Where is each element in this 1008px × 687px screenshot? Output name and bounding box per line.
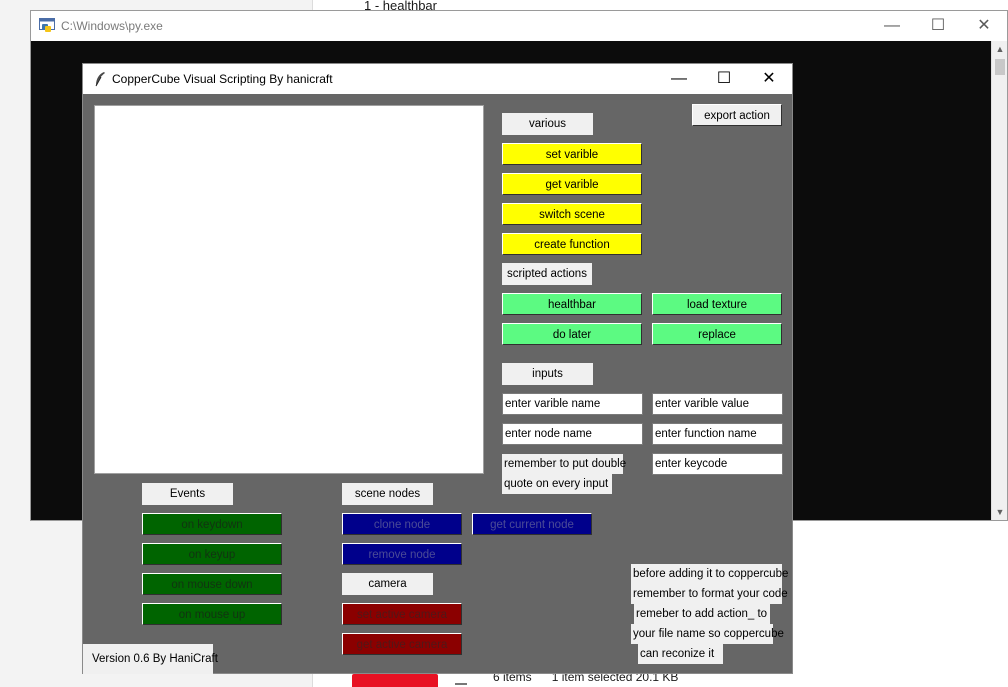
- on-keydown-button[interactable]: on keydown: [142, 513, 282, 535]
- app-titlebar[interactable]: CopperCube Visual Scripting By hanicraft…: [83, 64, 792, 94]
- notice-line-4: your file name so coppercube: [631, 624, 784, 644]
- varible-value-input[interactable]: [652, 393, 783, 415]
- maximize-icon[interactable]: ☐: [701, 64, 747, 94]
- inputs-label: inputs: [502, 363, 593, 385]
- explorer-red-button[interactable]: [352, 674, 438, 687]
- minimize-icon[interactable]: —: [869, 11, 915, 41]
- set-varible-button[interactable]: set varible: [502, 143, 642, 165]
- set-active-camera-button[interactable]: set active camera: [342, 603, 462, 625]
- create-function-button[interactable]: create function: [502, 233, 642, 255]
- varible-name-input[interactable]: [502, 393, 643, 415]
- clone-node-button[interactable]: clone node: [342, 513, 462, 535]
- minimize-icon[interactable]: —: [656, 64, 702, 94]
- quote-note-line-2: quote on every input: [502, 474, 612, 494]
- events-label: Events: [142, 483, 233, 505]
- scroll-up-icon[interactable]: ▲: [992, 41, 1008, 57]
- camera-label: camera: [342, 573, 433, 595]
- get-current-node-button[interactable]: get current node: [472, 513, 592, 535]
- switch-scene-button[interactable]: switch scene: [502, 203, 642, 225]
- scene-nodes-label: scene nodes: [342, 483, 433, 505]
- version-label: Version 0.6 By HaniCraft: [83, 644, 218, 674]
- get-active-camera-button[interactable]: get active camera: [342, 633, 462, 655]
- console-scrollbar[interactable]: ▲ ▼: [991, 41, 1007, 520]
- explorer-divider-mark: [455, 683, 467, 685]
- visual-scripting-window: CopperCube Visual Scripting By hanicraft…: [82, 63, 793, 674]
- healthbar-button[interactable]: healthbar: [502, 293, 642, 315]
- notice-line-2: remember to format your code: [631, 584, 788, 604]
- quote-note-line-1: remember to put double: [502, 454, 626, 474]
- node-name-input[interactable]: [502, 423, 643, 445]
- python-console-icon: [39, 18, 55, 32]
- on-mouse-up-button[interactable]: on mouse up: [142, 603, 282, 625]
- console-titlebar[interactable]: C:\Windows\py.exe — ☐ ✕: [31, 11, 1007, 41]
- close-icon[interactable]: ✕: [961, 11, 1007, 41]
- various-label: various: [502, 113, 593, 135]
- maximize-icon[interactable]: ☐: [915, 11, 961, 41]
- function-name-input[interactable]: [652, 423, 783, 445]
- load-texture-button[interactable]: load texture: [652, 293, 782, 315]
- replace-button[interactable]: replace: [652, 323, 782, 345]
- notice-line-1: before adding it to coppercube: [631, 564, 788, 584]
- notice-line-5: can reconize it: [638, 644, 723, 664]
- on-mouse-down-button[interactable]: on mouse down: [142, 573, 282, 595]
- scroll-thumb[interactable]: [995, 59, 1005, 75]
- on-keyup-button[interactable]: on keyup: [142, 543, 282, 565]
- close-icon[interactable]: ✕: [746, 64, 792, 94]
- feather-icon: [95, 72, 105, 87]
- console-title: C:\Windows\py.exe: [61, 19, 163, 33]
- keycode-input[interactable]: [652, 453, 783, 475]
- scripted-actions-label: scripted actions: [502, 263, 592, 285]
- app-title: CopperCube Visual Scripting By hanicraft: [112, 72, 333, 86]
- export-action-button[interactable]: export action: [692, 104, 782, 126]
- scroll-down-icon[interactable]: ▼: [992, 504, 1008, 520]
- remove-node-button[interactable]: remove node: [342, 543, 462, 565]
- code-preview-area[interactable]: [94, 105, 484, 474]
- notice-line-3: remeber to add action_ to: [634, 604, 770, 624]
- get-varible-button[interactable]: get varible: [502, 173, 642, 195]
- do-later-button[interactable]: do later: [502, 323, 642, 345]
